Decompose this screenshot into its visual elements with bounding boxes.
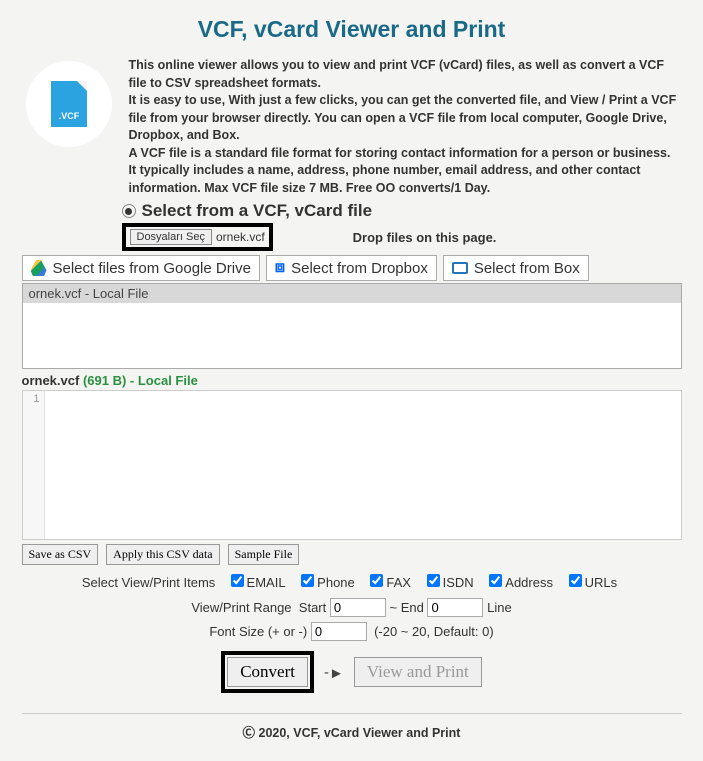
urls-checkbox[interactable]	[569, 574, 582, 587]
arrow-icon: -►	[324, 664, 344, 681]
drop-hint: Drop files on this page.	[353, 230, 497, 245]
chosen-filename: ornek.vcf	[216, 230, 265, 244]
csv-editor[interactable]: 1	[22, 390, 682, 540]
page-title: VCF, vCard Viewer and Print	[22, 16, 682, 43]
file-status-line: ornek.vcf (691 B) - Local File	[22, 373, 682, 388]
isdn-checkbox[interactable]	[427, 574, 440, 587]
select-source-radio[interactable]	[122, 204, 136, 218]
sample-file-button[interactable]: Sample File	[228, 544, 300, 565]
convert-highlight: Convert	[221, 651, 314, 693]
font-size-hint: (-20 ~ 20, Default: 0)	[374, 624, 494, 639]
google-drive-icon	[31, 260, 47, 276]
font-size-input[interactable]	[311, 622, 367, 641]
view-and-print-button[interactable]: View and Print	[354, 657, 482, 687]
line-gutter: 1	[23, 391, 45, 539]
address-checkbox[interactable]	[489, 574, 502, 587]
choose-files-button[interactable]: Dosyaları Seç	[130, 229, 212, 245]
footer-text: Ⓒ 2020, VCF, vCard Viewer and Print	[22, 722, 682, 741]
csv-textarea[interactable]	[45, 391, 681, 539]
select-items-label: Select View/Print Items	[82, 575, 215, 590]
range-label: View/Print Range	[191, 600, 291, 615]
dropbox-icon: ⧈	[275, 259, 285, 277]
select-source-label: Select from a VCF, vCard file	[142, 201, 373, 221]
box-icon	[452, 262, 468, 274]
divider	[22, 713, 682, 714]
font-size-label: Font Size (+ or -)	[209, 624, 307, 639]
list-item[interactable]: ornek.vcf - Local File	[23, 284, 681, 303]
fax-checkbox[interactable]	[370, 574, 383, 587]
phone-checkbox[interactable]	[301, 574, 314, 587]
range-start-input[interactable]	[330, 598, 386, 617]
save-as-csv-button[interactable]: Save as CSV	[22, 544, 99, 565]
file-input-highlight: Dosyaları Seç ornek.vcf	[122, 223, 273, 251]
file-type-icon: .VCF	[22, 57, 117, 197]
select-box-button[interactable]: Select from Box	[443, 255, 589, 281]
select-dropbox-button[interactable]: ⧈ Select from Dropbox	[266, 255, 437, 281]
email-checkbox[interactable]	[231, 574, 244, 587]
description-text: This online viewer allows you to view an…	[129, 57, 682, 197]
convert-button[interactable]: Convert	[227, 657, 308, 687]
apply-csv-button[interactable]: Apply this CSV data	[106, 544, 219, 565]
selected-files-list[interactable]: ornek.vcf - Local File	[22, 283, 682, 369]
select-google-drive-button[interactable]: Select files from Google Drive	[22, 255, 260, 281]
range-end-input[interactable]	[427, 598, 483, 617]
